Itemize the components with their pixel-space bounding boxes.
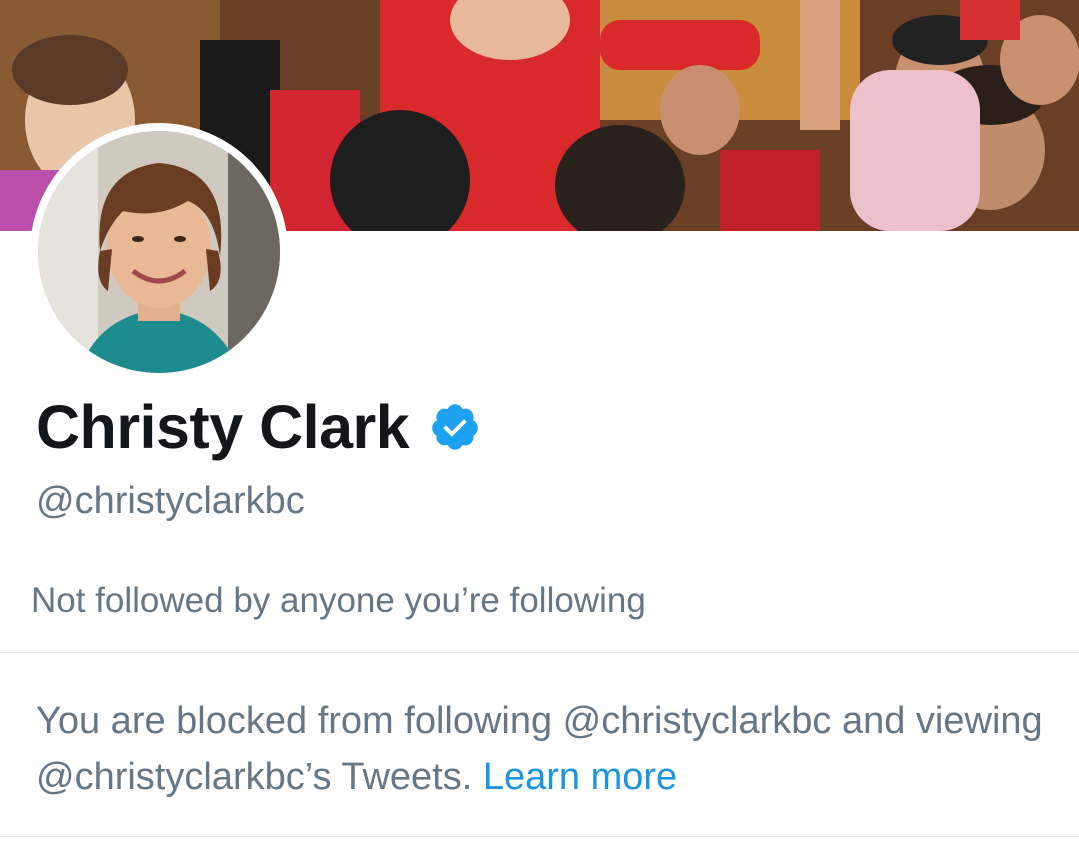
verified-badge-icon — [429, 401, 481, 453]
followed-by-text: Not followed by anyone you’re following — [31, 581, 646, 620]
divider — [0, 836, 1079, 837]
profile-display-name: Christy Clark — [36, 393, 410, 461]
blocked-notice: You are blocked from following @christyc… — [36, 693, 1056, 805]
avatar-image — [38, 131, 280, 373]
learn-more-link[interactable]: Learn more — [483, 756, 677, 798]
divider — [0, 652, 1079, 653]
profile-handle: @christyclarkbc — [36, 480, 305, 522]
profile-name-row: Christy Clark — [36, 392, 481, 462]
profile-avatar[interactable] — [30, 123, 288, 381]
